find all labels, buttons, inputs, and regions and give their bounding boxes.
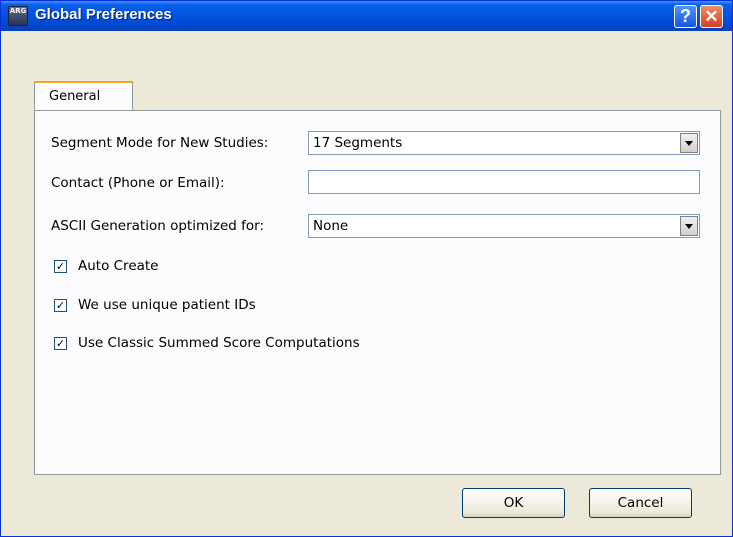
segment-mode-dropdown[interactable]: 17 Segments: [308, 131, 700, 155]
close-button[interactable]: ✕: [700, 5, 723, 28]
chevron-down-icon[interactable]: [680, 133, 698, 153]
unique-patient-ids-label[interactable]: We use unique patient IDs: [78, 297, 256, 313]
segment-mode-label: Segment Mode for New Studies:: [51, 135, 269, 151]
ascii-generation-dropdown[interactable]: None: [308, 214, 700, 238]
classic-summed-score-checkbox[interactable]: ✓: [54, 337, 67, 350]
help-button[interactable]: ?: [674, 5, 697, 28]
contact-label: Contact (Phone or Email):: [51, 175, 225, 191]
global-preferences-dialog: ARG Global Preferences ? ✕ General Segme…: [0, 0, 733, 537]
title-bar[interactable]: ARG Global Preferences ? ✕: [1, 1, 732, 31]
auto-create-label[interactable]: Auto Create: [78, 258, 159, 274]
app-icon: ARG: [8, 6, 28, 26]
unique-patient-ids-checkbox[interactable]: ✓: [54, 299, 67, 312]
tab-general-label: General: [49, 89, 101, 104]
ascii-generation-label: ASCII Generation optimized for:: [51, 218, 264, 234]
cancel-button[interactable]: Cancel: [589, 488, 692, 518]
auto-create-checkbox[interactable]: ✓: [54, 260, 67, 273]
window-title: Global Preferences: [35, 6, 172, 23]
ascii-generation-value: None: [313, 218, 349, 234]
ok-button[interactable]: OK: [462, 488, 565, 518]
segment-mode-value: 17 Segments: [313, 135, 403, 151]
app-icon-text: ARG: [9, 7, 27, 15]
general-tab-panel: Segment Mode for New Studies: 17 Segment…: [34, 110, 721, 475]
contact-input[interactable]: [308, 170, 700, 194]
tab-general[interactable]: General: [34, 81, 133, 111]
chevron-down-icon[interactable]: [680, 216, 698, 236]
classic-summed-score-label[interactable]: Use Classic Summed Score Computations: [78, 335, 360, 351]
